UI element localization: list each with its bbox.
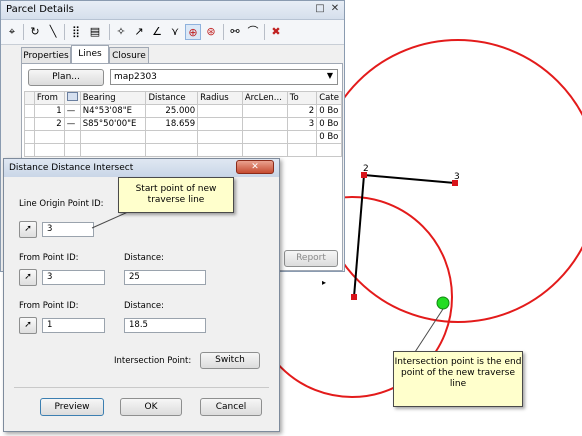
callout-intersection-point: Intersection point is the end point of t… (393, 351, 523, 407)
callout-pointer-start (91, 211, 129, 229)
callout-start-point: Start point of new traverse line (118, 177, 234, 213)
